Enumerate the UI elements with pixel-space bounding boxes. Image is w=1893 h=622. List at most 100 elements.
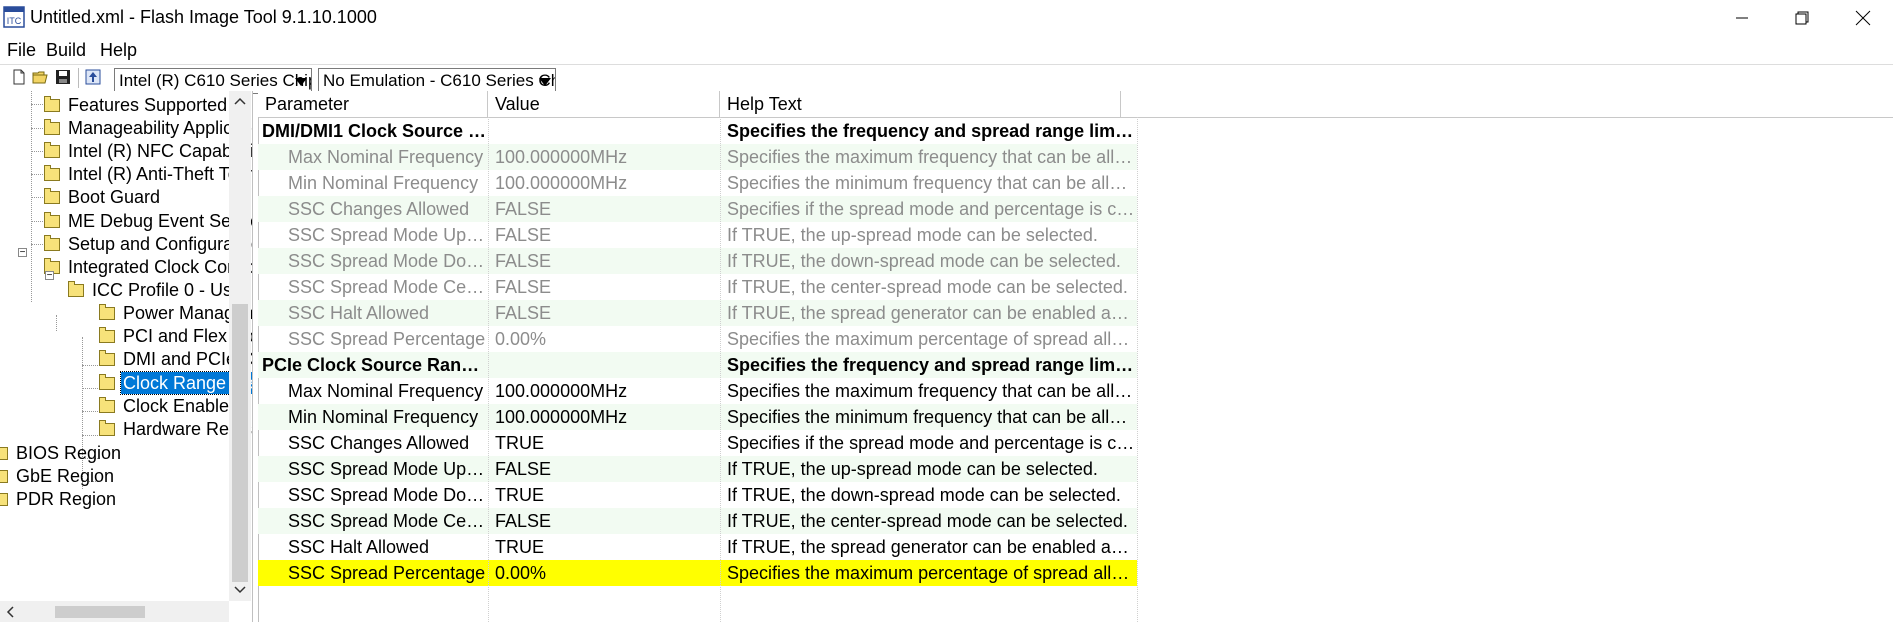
help-text-cell: If TRUE, the center-spread mode can be s… — [727, 277, 1128, 297]
tree-connector — [31, 151, 43, 152]
scrollbar-thumb[interactable] — [55, 606, 145, 618]
table-row[interactable]: Min Nominal Frequency 100.000000MHz Specif… — [258, 404, 1137, 430]
parameter-cell: SSC Spread Percentage — [288, 329, 486, 349]
value-cell[interactable]: 100.000000MHz — [495, 378, 720, 404]
tree-item-boot-guard[interactable]: Boot Guard — [44, 185, 162, 209]
menu-help[interactable]: Help — [100, 39, 137, 61]
restore-icon — [1795, 11, 1809, 25]
chevron-left-icon[interactable] — [6, 606, 14, 618]
tree-item-label: Intel (R) NFC Capabilities — [68, 141, 253, 161]
property-grid[interactable]: Parameter Value Help Text DMI/DMI1 Clock… — [258, 91, 1893, 622]
tree-item-me-debug[interactable]: ME Debug Event Service — [44, 209, 252, 233]
tree-horizontal-scrollbar[interactable] — [0, 601, 229, 622]
help-text-cell: If TRUE, the spread generator can be ena… — [727, 303, 1137, 323]
column-header-parameter[interactable]: Parameter — [258, 91, 488, 117]
table-row[interactable]: SSC Changes Allowed TRUE Specifies if the … — [258, 430, 1137, 456]
chevron-down-icon[interactable] — [234, 586, 246, 594]
title-bar: ITC Untitled.xml - Flash Image Tool 9.1.… — [0, 0, 1893, 36]
parameter-cell: PCIe Clock Source Range Definition — [262, 355, 488, 375]
folder-icon — [99, 373, 115, 390]
tree-item-label: PDR Region — [16, 489, 117, 509]
value-cell[interactable]: 0.00% — [495, 326, 720, 352]
table-row[interactable]: SSC Spread Percentage 0.00% Specifies the … — [258, 560, 1137, 586]
chevron-up-icon[interactable] — [234, 97, 246, 105]
parameter-cell: SSC Halt Allowed — [288, 537, 430, 557]
value-cell[interactable]: FALSE — [495, 248, 720, 274]
tree-vertical-scrollbar[interactable] — [229, 91, 251, 601]
tree-item-pdr-region[interactable]: PDR Region — [0, 487, 118, 511]
open-folder-icon[interactable] — [32, 68, 50, 86]
collapse-icon[interactable]: − — [18, 248, 27, 258]
scrollbar-thumb[interactable] — [232, 304, 248, 582]
table-row[interactable]: SSC Changes Allowed FALSE Specifies if the… — [258, 196, 1137, 222]
tree-item-gbe-region[interactable]: GbE Region — [0, 464, 116, 488]
value-cell[interactable]: FALSE — [495, 508, 720, 534]
help-text-cell: If TRUE, the up-spread mode can be selec… — [727, 225, 1098, 245]
table-row[interactable]: SSC Halt Allowed TRUE If TRUE, the spread … — [258, 534, 1137, 560]
menu-build[interactable]: Build — [46, 39, 86, 61]
tree-item-icc-profile[interactable]: ICC Profile 0 - User — [68, 278, 250, 302]
table-row[interactable]: Min Nominal Frequency 100.000000MHz Specif… — [258, 170, 1137, 196]
folder-icon — [44, 118, 60, 135]
tree-connector — [31, 197, 43, 198]
table-row[interactable]: SSC Spread Mode Down Select TRUE If TRUE, … — [258, 482, 1137, 508]
new-file-icon[interactable] — [10, 68, 28, 86]
table-row[interactable]: DMI/DMI1 Clock Source Range Definition Sp… — [258, 118, 1137, 144]
value-cell[interactable]: FALSE — [495, 222, 720, 248]
tree-item-anti-theft[interactable]: Intel (R) Anti-Theft Technology — [44, 162, 252, 186]
value-cell[interactable] — [495, 118, 720, 144]
window-title: Untitled.xml - Flash Image Tool 9.1.10.1… — [30, 7, 377, 27]
folder-icon — [99, 419, 115, 436]
value-cell[interactable]: 100.000000MHz — [495, 144, 720, 170]
menu-file[interactable]: File — [7, 39, 36, 61]
column-header-help-text[interactable]: Help Text — [720, 91, 1121, 117]
tree-item-bios-region[interactable]: BIOS Region — [0, 441, 123, 465]
value-cell[interactable]: FALSE — [495, 196, 720, 222]
table-row[interactable]: SSC Spread Percentage 0.00% Specifies the … — [258, 326, 1137, 352]
collapse-icon[interactable]: − — [45, 271, 54, 281]
save-icon[interactable] — [54, 68, 72, 86]
parameter-cell: DMI/DMI1 Clock Source Range Definition — [262, 121, 488, 141]
value-cell[interactable]: 100.000000MHz — [495, 404, 720, 430]
value-cell[interactable]: FALSE — [495, 300, 720, 326]
value-cell[interactable]: TRUE — [495, 430, 720, 456]
tree-item-setup-configuration[interactable]: Setup and Configuration — [44, 232, 252, 256]
value-cell[interactable]: TRUE — [495, 534, 720, 560]
table-row[interactable]: SSC Spread Mode Up Select FALSE If TRUE, t… — [258, 456, 1137, 482]
parameter-cell: SSC Spread Mode Up Select — [288, 459, 488, 479]
value-cell[interactable]: TRUE — [495, 482, 720, 508]
table-row[interactable]: Max Nominal Frequency 100.000000MHz Specif… — [258, 144, 1137, 170]
value-cell[interactable]: FALSE — [495, 456, 720, 482]
tree-view[interactable]: Features Supported Manageability Applica… — [0, 91, 253, 622]
value-cell[interactable]: FALSE — [495, 274, 720, 300]
tree-item-label: Intel (R) Anti-Theft Technology — [68, 164, 252, 184]
column-header-value[interactable]: Value — [488, 91, 720, 117]
table-row[interactable]: SSC Spread Mode Center Select FALSE If TRU… — [258, 508, 1137, 534]
close-button[interactable] — [1833, 0, 1893, 36]
tree-item-features-supported[interactable]: Features Supported — [44, 93, 229, 117]
toolbar: Intel (R) C610 Series Chipset No Emulati… — [0, 64, 1893, 94]
chevron-down-icon — [539, 78, 551, 86]
value-cell[interactable] — [495, 352, 720, 378]
table-row[interactable]: PCIe Clock Source Range Definition Specif… — [258, 352, 1137, 378]
table-row[interactable]: SSC Spread Mode Down Select FALSE If TRUE,… — [258, 248, 1137, 274]
build-image-icon[interactable] — [84, 68, 102, 86]
folder-icon — [99, 396, 115, 413]
table-row[interactable]: SSC Spread Mode Up Select FALSE If TRUE, t… — [258, 222, 1137, 248]
tree-item-label: Boot Guard — [68, 187, 161, 207]
tree-item-nfc-capabilities[interactable]: Intel (R) NFC Capabilities — [44, 139, 253, 163]
table-row[interactable]: Max Nominal Frequency 100.000000MHz Specif… — [258, 378, 1137, 404]
minimize-button[interactable] — [1712, 0, 1772, 36]
tree-item-clock-enables[interactable]: Clock Enables — [99, 394, 240, 418]
tree-item-manageability[interactable]: Manageability Application Permanent Disa… — [44, 116, 252, 140]
tree-connector — [82, 388, 98, 389]
tree-connector — [82, 411, 98, 412]
help-text-cell: Specifies if the spread mode and percent… — [727, 433, 1137, 453]
value-cell[interactable]: 100.000000MHz — [495, 170, 720, 196]
folder-icon — [99, 303, 115, 320]
table-row[interactable]: SSC Halt Allowed FALSE If TRUE, the spread… — [258, 300, 1137, 326]
restore-button[interactable] — [1772, 0, 1832, 36]
tree-item-integrated-clock[interactable]: Integrated Clock Controller — [44, 255, 252, 279]
value-cell[interactable]: 0.00% — [495, 560, 720, 586]
table-row[interactable]: SSC Spread Mode Center Select FALSE If TRU… — [258, 274, 1137, 300]
